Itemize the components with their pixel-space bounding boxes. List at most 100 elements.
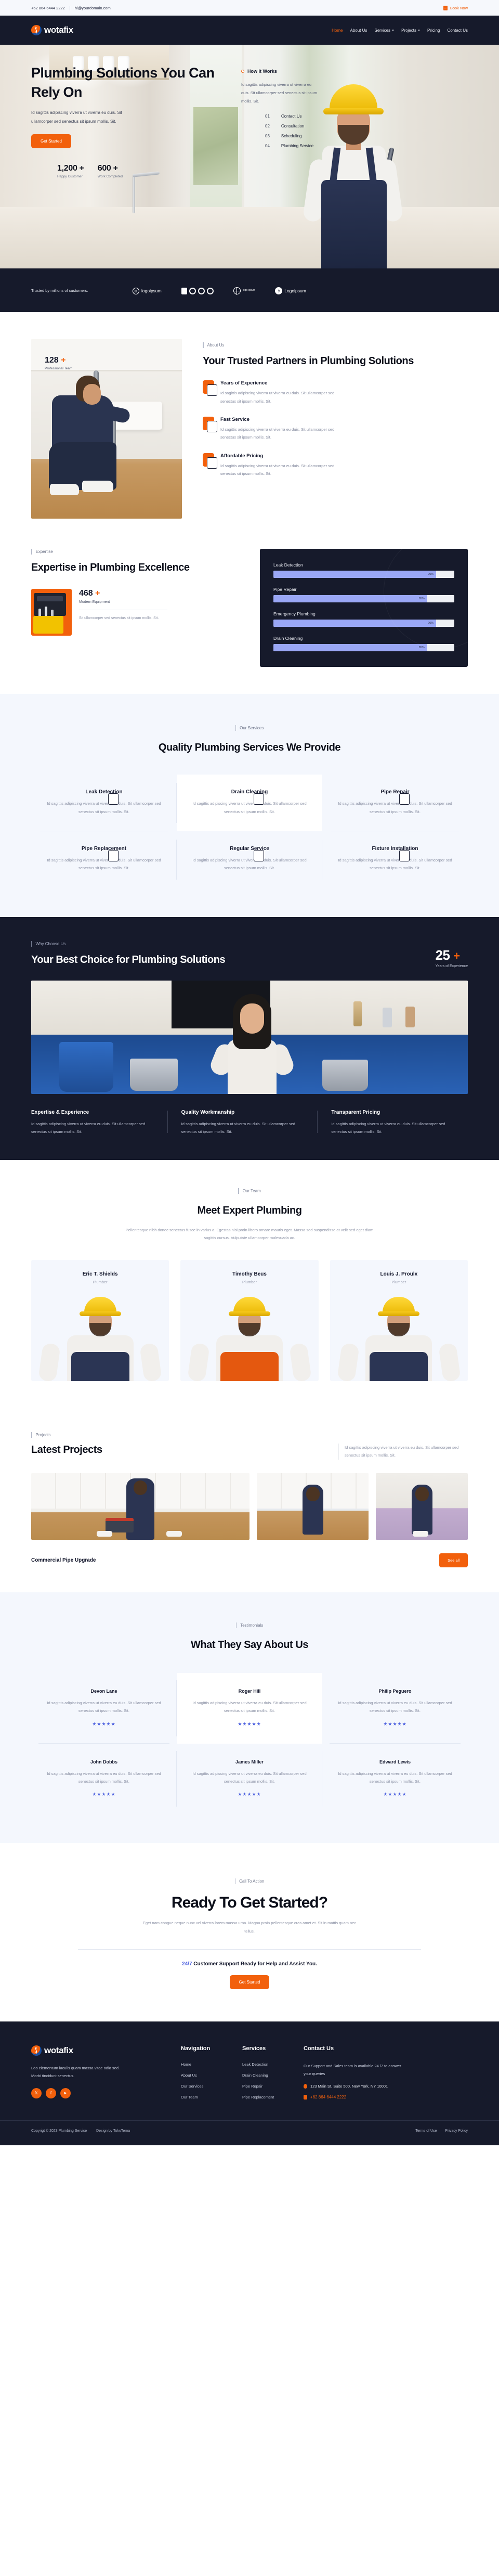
project-caption: Commercial Pipe Upgrade <box>31 1557 96 1563</box>
plumber-logo-icon <box>31 2045 42 2056</box>
twitter-icon[interactable]: 𝕏 <box>31 2088 42 2098</box>
book-now-group[interactable]: Book Now <box>443 5 468 10</box>
footer-link-our-services[interactable]: Our Services <box>181 2084 242 2089</box>
service-card-regular-service[interactable]: Regular Service Id sagittis adipiscing v… <box>177 831 322 888</box>
service-title: Regular Service <box>230 846 269 852</box>
projects-header: Projects Latest Projects Id sagittis adi… <box>31 1432 468 1460</box>
service-card-fixture-installation[interactable]: Fixture Installation Id sagittis adipisc… <box>322 831 468 888</box>
member-photo <box>336 1294 461 1381</box>
facebook-icon[interactable]: f <box>46 2088 56 2098</box>
progress-track: 85% <box>273 644 454 652</box>
phone-text: +62 864 6444 2222 <box>310 2094 347 2100</box>
stat-label: Work Completed <box>97 175 123 179</box>
circle-icon <box>206 287 214 294</box>
column-title: Expertise & Experience <box>31 1109 89 1115</box>
projects-eyebrow: Projects <box>31 1432 102 1438</box>
terms-of-use-link[interactable]: Terms of Use <box>415 2129 437 2133</box>
brand-logo[interactable]: wotafix <box>31 25 73 35</box>
nav-item-about-us[interactable]: About Us <box>350 28 367 33</box>
skill-value: 90% <box>428 573 434 576</box>
testimonial-card: Philip Peguero Id sagittis adipiscing vi… <box>322 1673 468 1744</box>
map-pin-icon <box>304 2083 307 2089</box>
youtube-icon[interactable]: ► <box>60 2088 71 2098</box>
cta-get-started-button[interactable]: Get Started <box>229 1975 270 1989</box>
nav-label: Home <box>332 28 343 33</box>
testimonial-text: Id sagittis adipiscing viverra ut viverr… <box>47 1771 161 1784</box>
book-now-link[interactable]: Book Now <box>450 6 468 10</box>
how-it-works-paragraph: Id sagittis adipiscing viverra ut viverr… <box>241 82 317 104</box>
how-it-works-panel: How It Works Id sagittis adipiscing vive… <box>218 63 405 178</box>
service-text: Id sagittis adipiscing viverra ut viverr… <box>338 858 452 871</box>
service-title: Fixture Installation <box>372 846 418 852</box>
plumber-figure <box>302 1484 323 1535</box>
get-started-button[interactable]: Get Started <box>31 134 71 149</box>
overalls <box>71 1352 129 1381</box>
skill-value: 90% <box>428 622 434 625</box>
footer-phone[interactable]: +62 864 6444 2222 <box>304 2094 459 2100</box>
service-card-drain-cleaning[interactable]: Drain Cleaning Id sagittis adipiscing vi… <box>177 775 322 831</box>
why-eyebrow: Why Choose Us <box>31 941 225 947</box>
footer-link-pipe-replacement[interactable]: Pipe Replacement <box>242 2095 304 2100</box>
nav-item-home[interactable]: Home <box>332 28 343 33</box>
star-rating: ★★★★★ <box>238 1721 261 1727</box>
footer-link-about-us[interactable]: About Us <box>181 2073 242 2078</box>
team-member-card[interactable]: Louis J. Proulx Plumber <box>330 1260 468 1381</box>
service-card-pipe-repair[interactable]: Pipe Repair Id sagittis adipiscing viver… <box>322 775 468 831</box>
nav-item-services[interactable]: Services <box>374 28 395 33</box>
head <box>134 1480 147 1495</box>
arm-left <box>38 1342 61 1381</box>
copyright-text: Copyrigt © 2023 Plumbing Service <box>31 2129 87 2133</box>
shoe <box>166 1530 182 1537</box>
footer-services-column: Services Leak Detection Drain Cleaning P… <box>242 2045 304 2100</box>
how-it-works-steps: 01 Contact Us 02 Consultation 03 Schedul… <box>241 111 405 151</box>
footer-link-pipe-repair[interactable]: Pipe Repair <box>242 2084 304 2089</box>
testimonial-card: James Miller Id sagittis adipiscing vive… <box>177 1744 322 1814</box>
stopwatch-icon <box>203 417 217 432</box>
projects-description: Id sagittis adipiscing viverra ut viverr… <box>338 1444 468 1460</box>
team-member-card[interactable]: Timothy Beus Plumber <box>180 1260 319 1381</box>
why-title: Your Best Choice for Plumbing Solutions <box>31 954 226 965</box>
nav-item-contact-us[interactable]: Contact Us <box>447 28 468 33</box>
service-card-pipe-replacement[interactable]: Pipe Replacement Id sagittis adipiscing … <box>31 831 177 888</box>
nav-item-projects[interactable]: Projects <box>401 28 420 33</box>
services-section: Our Services Quality Plumbing Services W… <box>0 694 499 917</box>
step-item[interactable]: 01 Contact Us <box>241 111 405 121</box>
about-image: 128 + Professional Team <box>31 339 182 519</box>
see-all-button[interactable]: See all <box>439 1553 468 1567</box>
footer-brand-column: wotafix Leo elementum iaculis quam massa… <box>31 2045 181 2100</box>
nav-item-pricing[interactable]: Pricing <box>427 28 440 33</box>
footer-brand-logo[interactable]: wotafix <box>31 2045 181 2056</box>
step-item[interactable]: 02 Consultation <box>241 121 405 131</box>
privacy-policy-link[interactable]: Privacy Policy <box>445 2129 468 2133</box>
project-image-3[interactable] <box>376 1473 468 1540</box>
why-header-left: Why Choose Us Your Best Choice for Plumb… <box>31 941 226 968</box>
project-image-1[interactable] <box>31 1473 250 1540</box>
step-item[interactable]: 04 Plumbing Service <box>241 141 405 151</box>
footer-link-drain-cleaning[interactable]: Drain Cleaning <box>242 2073 304 2078</box>
bottle <box>353 1001 362 1026</box>
why-choose-us-section: Why Choose Us Your Best Choice for Plumb… <box>0 917 499 1160</box>
social-links: 𝕏 f ► <box>31 2088 181 2098</box>
feature-text: Id sagittis adipiscing viverra ut viverr… <box>220 391 335 404</box>
skill-value: 85% <box>418 597 425 601</box>
hard-hat-brim <box>378 1311 420 1316</box>
service-card-leak-detection[interactable]: Leak Detection Id sagittis adipiscing vi… <box>31 775 177 831</box>
bolt-icon <box>275 287 283 295</box>
service-text: Id sagittis adipiscing viverra ut viverr… <box>338 801 452 814</box>
badge-label: Professional Team <box>45 367 73 371</box>
testimonial-card: John Dobbs Id sagittis adipiscing viverr… <box>31 1744 177 1814</box>
circle-icon <box>189 287 196 294</box>
team-header: Our Team Meet Expert Plumbing Pellentesq… <box>31 1187 468 1243</box>
projects-header-left: Projects Latest Projects <box>31 1432 102 1456</box>
topbar-email[interactable]: hi@yourdomain.com <box>75 6 111 10</box>
step-item[interactable]: 03 Scheduling <box>241 131 405 141</box>
column-title: Quality Workmanship <box>181 1109 235 1115</box>
topbar-phone[interactable]: +62 864 6444 2222 <box>31 6 65 10</box>
partner-logos: logoipsum logo-ipsum Logoipsum <box>133 287 306 295</box>
partners-text: Trusted by millions of customers. <box>31 288 88 293</box>
project-image-2[interactable] <box>257 1473 369 1540</box>
team-member-card[interactable]: Eric T. Shields Plumber <box>31 1260 169 1381</box>
footer-link-home[interactable]: Home <box>181 2062 242 2067</box>
footer-link-our-team[interactable]: Our Team <box>181 2095 242 2100</box>
footer-link-leak-detection[interactable]: Leak Detection <box>242 2062 304 2067</box>
